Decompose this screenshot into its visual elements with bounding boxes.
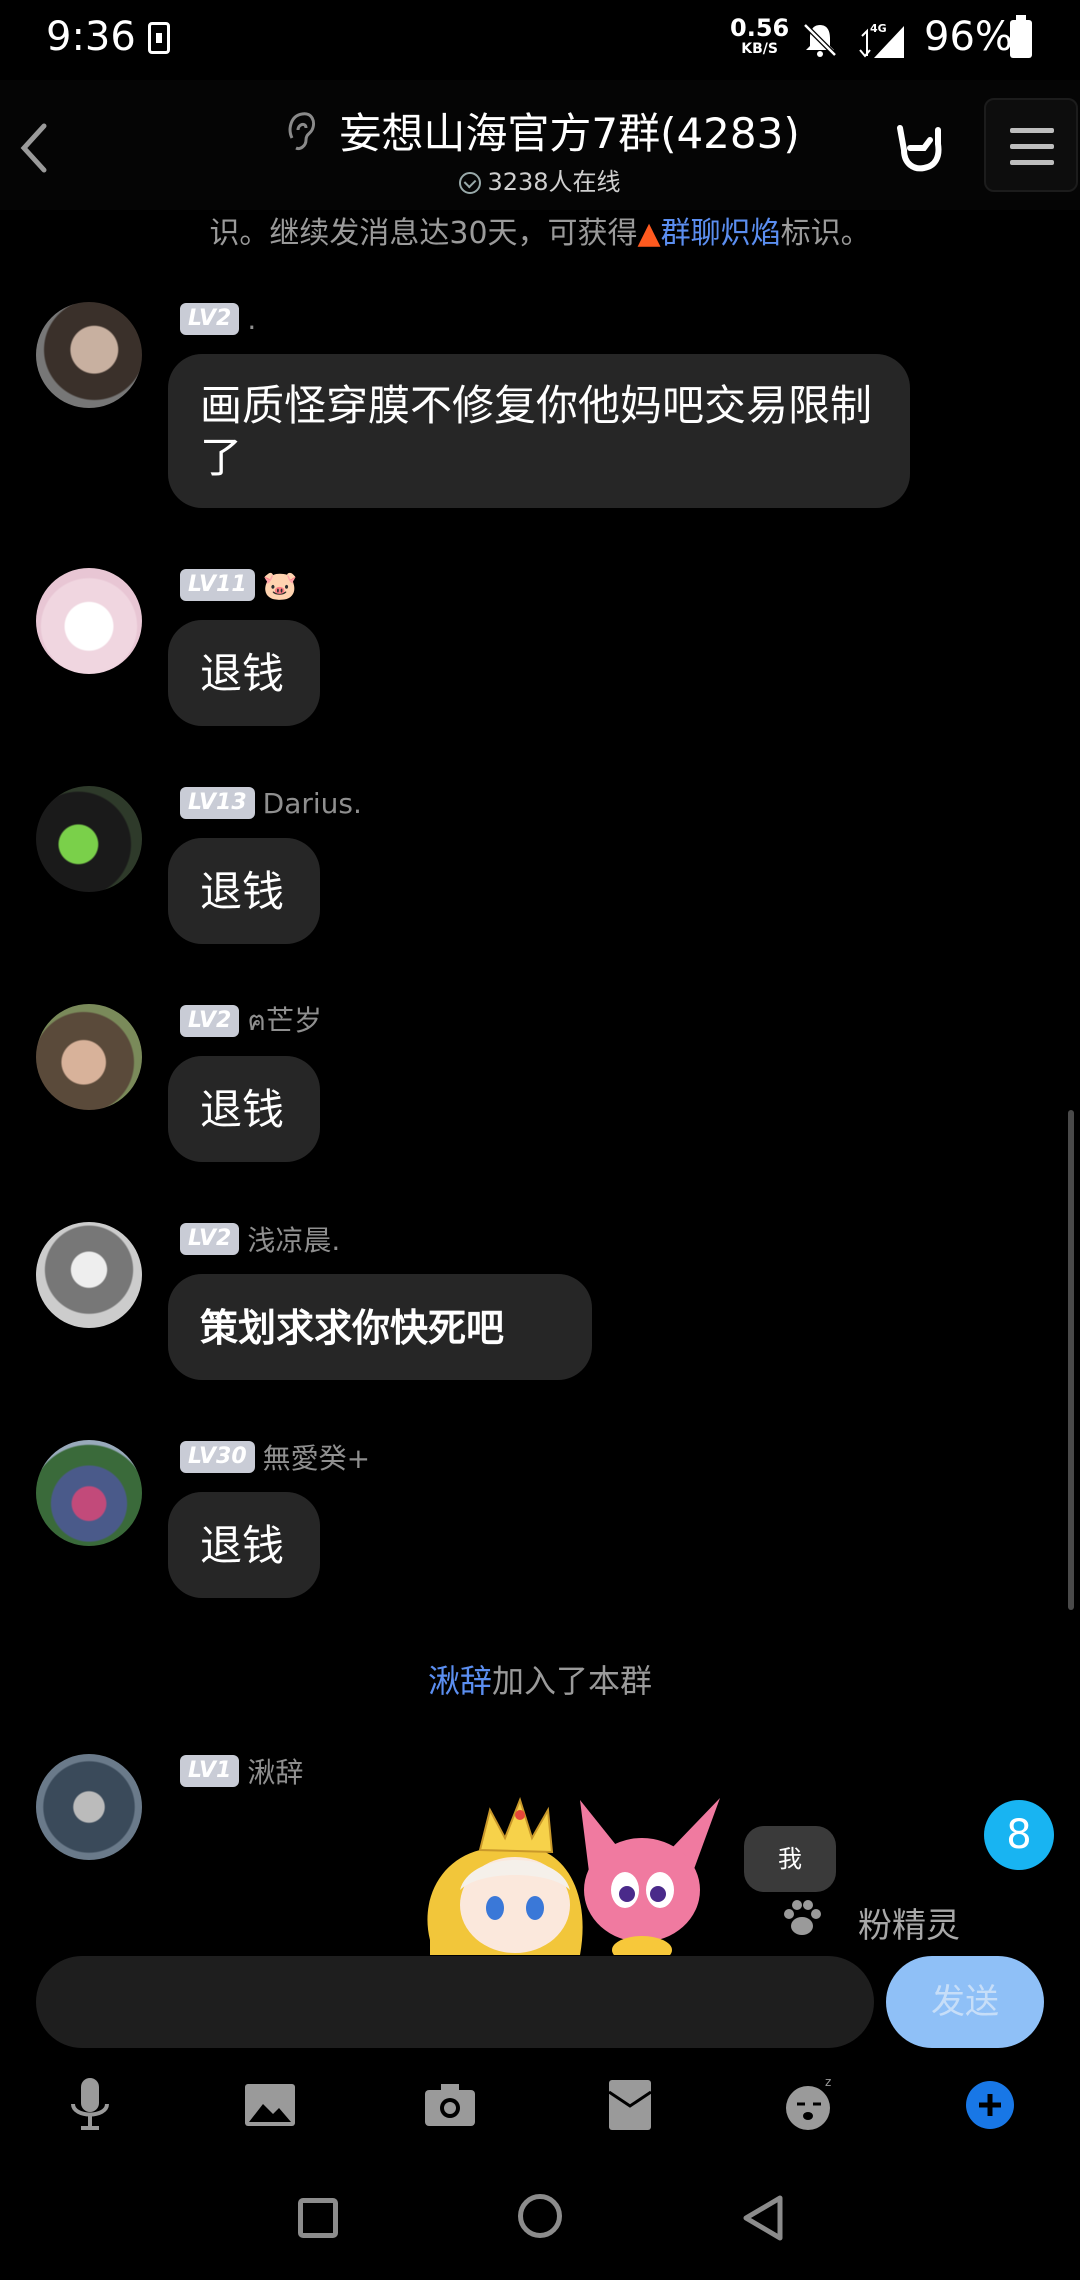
input-toolbar: z xyxy=(0,2070,1080,2156)
message-bubble[interactable]: 退钱 xyxy=(168,1492,320,1598)
group-notice: 识。继续发消息达30天，可获得▲群聊炽焰标识。 xyxy=(0,208,1080,252)
message-bubble[interactable]: 退钱 xyxy=(168,620,320,726)
network-speed: 0.56 KB/S xyxy=(730,16,789,56)
online-check-icon xyxy=(459,172,482,194)
battery-percent: 96% xyxy=(924,14,1013,60)
sender-name[interactable]: 🐷 xyxy=(263,569,298,602)
message-text: 退钱 xyxy=(200,1521,285,1570)
red-packet-icon[interactable] xyxy=(595,2070,665,2140)
sender-name[interactable]: ฅ芒岁 xyxy=(247,999,322,1043)
system-message: 湫辞加入了本群 xyxy=(0,1656,1080,1702)
unread-badge[interactable]: 8 xyxy=(984,1800,1054,1870)
notice-link[interactable]: 群聊炽焰 xyxy=(661,216,781,251)
scrollbar[interactable] xyxy=(1068,1110,1074,1610)
message-text: 策划求求你快死吧 xyxy=(200,1305,505,1350)
level-badge: LV1 xyxy=(180,1755,240,1787)
menu-icon[interactable] xyxy=(984,98,1078,192)
ear-icon xyxy=(288,111,316,150)
level-badge: LV30 xyxy=(180,1441,255,1473)
avatar[interactable] xyxy=(36,1004,142,1110)
message-bubble[interactable]: 策划求求你快死吧 xyxy=(168,1274,592,1380)
paw-icon[interactable] xyxy=(780,1896,824,1940)
me-bubble: 我 xyxy=(744,1826,836,1892)
download-icon xyxy=(148,22,170,54)
avatar[interactable] xyxy=(36,1222,142,1328)
home-button[interactable] xyxy=(518,2194,562,2238)
level-badge: LV13 xyxy=(180,787,255,819)
fire-icon: ▲ xyxy=(637,216,661,251)
level-badge: LV2 xyxy=(180,303,240,335)
avatar[interactable] xyxy=(36,1440,142,1546)
network-type: 4G xyxy=(870,22,887,35)
message-text: 退钱 xyxy=(200,1085,285,1134)
status-time: 9:36 xyxy=(46,14,136,60)
speed-unit: KB/S xyxy=(741,41,778,57)
chat-header: 妄想山海官方7群(4283) 3238人在线 xyxy=(0,80,1080,210)
sticker-image[interactable] xyxy=(420,1790,750,1955)
speed-value: 0.56 xyxy=(730,14,790,42)
sender-name[interactable]: 無愛癸+ xyxy=(263,1437,370,1477)
message-text: 退钱 xyxy=(200,867,285,916)
send-button[interactable]: 发送 xyxy=(886,1956,1044,2048)
avatar[interactable] xyxy=(36,302,142,408)
avatar[interactable] xyxy=(36,568,142,674)
message-bubble[interactable]: 画质怪穿膜不修复你他妈吧交易限制了 xyxy=(168,354,910,508)
plus-icon[interactable] xyxy=(955,2070,1025,2140)
sender-name[interactable]: 湫辞 xyxy=(247,1751,303,1791)
notice-suffix: 标识。 xyxy=(780,216,871,251)
level-badge: LV2 xyxy=(180,1005,240,1037)
signal-icon: 4G xyxy=(859,22,904,58)
avatar[interactable] xyxy=(36,1754,142,1860)
emoji-icon[interactable]: z xyxy=(775,2070,845,2140)
microphone-icon[interactable] xyxy=(55,2070,125,2140)
level-badge: LV11 xyxy=(180,569,255,601)
bell-muted-icon xyxy=(803,23,837,57)
rock-hand-icon[interactable] xyxy=(890,120,946,176)
svg-text:z: z xyxy=(825,2075,831,2089)
back-button[interactable] xyxy=(740,2194,786,2242)
message-input[interactable] xyxy=(36,1956,874,2048)
message-text: 退钱 xyxy=(200,649,285,698)
fairy-label[interactable]: 粉精灵 xyxy=(858,1898,960,1947)
system-message-text: 加入了本群 xyxy=(492,1662,653,1700)
message-text: 画质怪穿膜不修复你他妈吧交易限制了 xyxy=(200,381,873,482)
online-count-text: 3238人在线 xyxy=(487,168,621,196)
group-title[interactable]: 妄想山海官方7群(4283) xyxy=(339,100,799,161)
recents-button[interactable] xyxy=(298,2198,338,2238)
camera-icon[interactable] xyxy=(415,2070,485,2140)
level-badge: LV2 xyxy=(180,1223,240,1255)
system-nav-bar xyxy=(0,2170,1080,2280)
image-icon[interactable] xyxy=(235,2070,305,2140)
sender-name[interactable]: 浅凉晨. xyxy=(247,1219,340,1259)
battery-icon xyxy=(1010,15,1032,58)
message-bubble[interactable]: 退钱 xyxy=(168,1056,320,1162)
avatar[interactable] xyxy=(36,786,142,892)
sender-name[interactable]: . xyxy=(247,303,256,336)
status-bar: 9:36 0.56 KB/S 4G 96% xyxy=(0,0,1080,80)
joined-user-name[interactable]: 湫辞 xyxy=(428,1662,492,1700)
sender-name[interactable]: Darius. xyxy=(263,787,362,820)
notice-prefix: 识。继续发消息达30天，可获得 xyxy=(209,216,638,251)
message-bubble[interactable]: 退钱 xyxy=(168,838,320,944)
